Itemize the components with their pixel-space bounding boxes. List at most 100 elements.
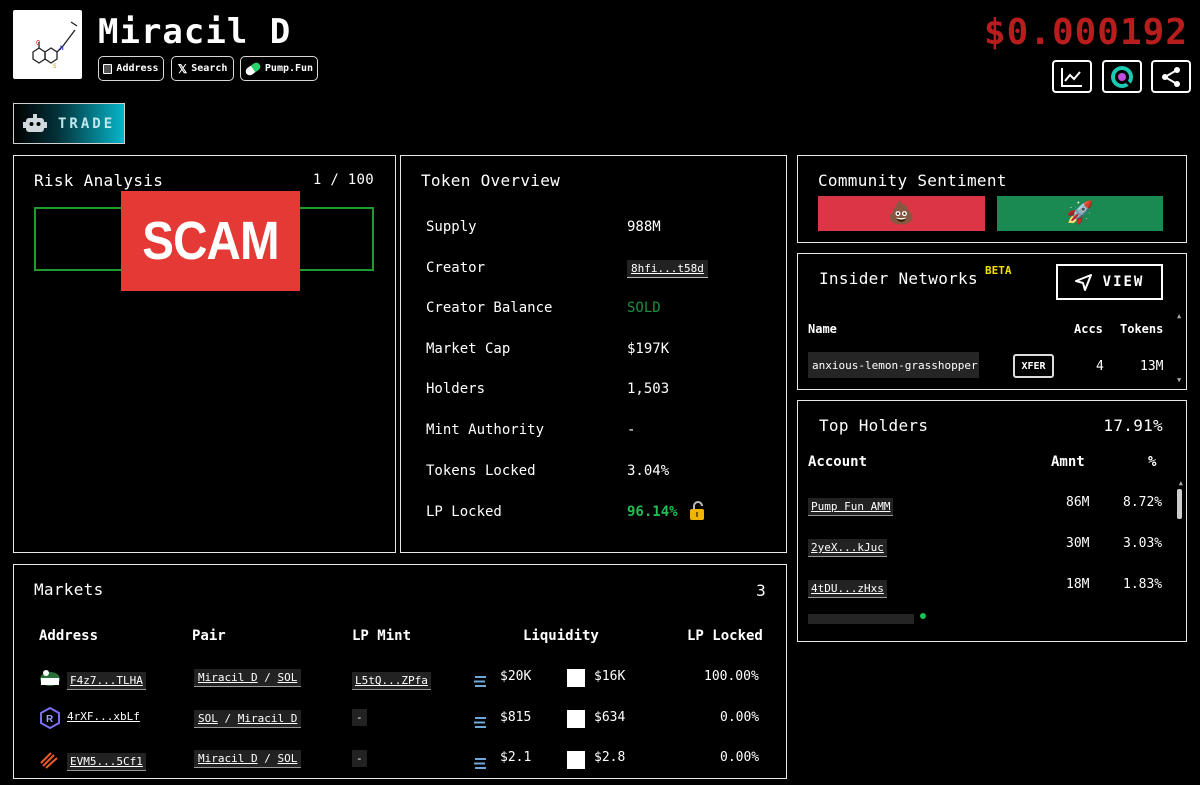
market-address-link[interactable]: 4rXF...xbLf — [67, 710, 140, 723]
view-button[interactable]: VIEW — [1056, 264, 1163, 300]
holder-pct: 1.83% — [1123, 577, 1163, 592]
x-icon: 𝕏 — [177, 61, 188, 76]
community-sentiment-panel: Community Sentiment 💩 🚀 — [797, 155, 1187, 243]
holder-row: 2yeX...kJuc — [808, 536, 887, 557]
markets-header-pair: Pair — [192, 628, 226, 644]
svg-text:S: S — [53, 63, 57, 70]
market-lp-locked: 0.00% — [720, 710, 760, 725]
lp-mint-link[interactable]: L5tQ...ZPfa — [352, 672, 431, 690]
overview-label-creator-balance: Creator Balance — [426, 300, 553, 316]
pumpfun-button[interactable]: Pump.Fun — [240, 56, 318, 81]
insider-header-tokens: Tokens — [1120, 322, 1164, 336]
liquidity-sol: $20K — [500, 669, 532, 684]
market-address-link[interactable]: EVM5...5Cf1 — [67, 753, 146, 771]
insider-row-name[interactable]: anxious-lemon-grasshopper — [808, 352, 979, 378]
beta-badge: BETA — [985, 264, 1012, 277]
holder-pct: 3.03% — [1123, 536, 1163, 551]
send-icon — [1074, 274, 1092, 291]
top-holders-panel: Top Holders 17.91% Account Amnt % Pump F… — [797, 400, 1187, 642]
holders-scrollbar[interactable] — [1177, 489, 1182, 519]
meteora-icon — [39, 749, 59, 773]
liquidity-token: $2.8 — [594, 750, 626, 765]
insider-row-tokens: 13M — [1140, 359, 1164, 374]
holders-header-pct: % — [1148, 454, 1157, 470]
pair-quote[interactable]: Miracil D — [238, 712, 298, 725]
address-button[interactable]: Address — [98, 56, 164, 81]
chart-button[interactable] — [1052, 60, 1092, 93]
chart-icon — [1061, 67, 1082, 87]
lock-icon — [690, 501, 704, 520]
token-thumb-icon — [567, 751, 585, 769]
sentiment-good-button[interactable]: 🚀 — [997, 196, 1163, 231]
pair-quote[interactable]: SOL — [277, 671, 297, 684]
pair-quote[interactable]: SOL — [277, 752, 297, 765]
overview-value-supply: 988M — [627, 219, 661, 235]
overview-label-mint-authority: Mint Authority — [426, 422, 545, 438]
poop-icon: 💩 — [887, 201, 916, 226]
overview-value-tokens-locked: 3.04% — [627, 463, 670, 479]
holder-account-link[interactable]: 4tDU...zHxs — [808, 580, 887, 598]
holders-scroll-up[interactable]: ▲ — [1179, 479, 1183, 487]
pair-base[interactable]: Miracil D — [198, 671, 258, 684]
insider-header-name: Name — [808, 322, 837, 336]
pill-icon — [244, 60, 262, 77]
scam-badge: SCAM — [121, 191, 300, 291]
holders-total: 17.91% — [1103, 416, 1163, 435]
xfer-button[interactable]: XFER — [1013, 354, 1054, 378]
overview-label-creator: Creator — [426, 260, 486, 276]
lp-mint-empty: - — [352, 750, 367, 767]
market-pair[interactable]: Miracil D / SOL — [194, 669, 302, 687]
overview-value-market-cap: $197K — [627, 341, 670, 357]
pumpfun-amm-icon — [39, 668, 61, 692]
markets-header-lp-mint: LP Mint — [352, 628, 412, 644]
pumpfun-button-label: Pump.Fun — [264, 63, 314, 74]
creator-link[interactable]: 8hfi...t58d — [627, 260, 708, 278]
view-label: VIEW — [1102, 274, 1145, 290]
insider-scrollbar[interactable]: ▲ ▼ — [1177, 312, 1183, 384]
insider-header-accs: Accs — [1074, 322, 1103, 336]
overview-value-creator-balance: SOLD — [627, 300, 661, 316]
bubblemap-button[interactable] — [1102, 60, 1142, 93]
insider-row-accs: 4 — [1096, 359, 1104, 374]
svg-text:R: R — [46, 714, 54, 725]
pair-separator: / — [264, 752, 271, 765]
share-button[interactable] — [1151, 60, 1191, 93]
holder-account-link[interactable]: Pump Fun AMM — [808, 498, 894, 516]
liquidity-token: $634 — [594, 710, 626, 725]
pair-base[interactable]: SOL — [198, 712, 218, 725]
holder-account-link[interactable]: 2yeX...kJuc — [808, 539, 887, 557]
holder-row-partial — [808, 614, 914, 624]
trade-label: TRADE — [58, 115, 116, 132]
trade-button[interactable]: TRADE — [13, 103, 125, 144]
token-thumb-icon — [567, 710, 585, 728]
sentiment-bad-button[interactable]: 💩 — [818, 196, 985, 231]
market-address-link[interactable]: F4z7...TLHA — [67, 672, 146, 690]
sentiment-title: Community Sentiment — [818, 171, 1007, 190]
holder-pct: 8.72% — [1123, 495, 1163, 510]
market-lp-locked: 0.00% — [720, 750, 760, 765]
holders-header-amnt: Amnt — [1051, 454, 1085, 470]
creator-address[interactable]: 8hfi...t58d — [627, 260, 708, 278]
market-pair[interactable]: SOL / Miracil D — [194, 710, 302, 728]
holders-header-account: Account — [808, 454, 868, 470]
holder-row: Pump Fun AMM — [808, 495, 894, 516]
lp-mint-empty: - — [352, 709, 367, 726]
holder-status-dot — [920, 613, 926, 619]
overview-value-lp-locked: 96.14% — [627, 504, 678, 520]
market-row: EVM5...5Cf1 — [67, 750, 146, 771]
markets-panel: Markets 3 Address Pair LP Mint Liquidity… — [13, 564, 787, 779]
share-icon — [1162, 66, 1180, 87]
search-button[interactable]: 𝕏 Search — [171, 56, 234, 81]
insider-networks-panel: Insider Networks BETA VIEW Name Accs Tok… — [797, 253, 1187, 390]
overview-label-tokens-locked: Tokens Locked — [426, 463, 536, 479]
solana-icon — [474, 754, 486, 773]
search-button-label: Search — [191, 63, 228, 74]
liquidity-sol: $815 — [500, 710, 532, 725]
token-logo: O S N — [13, 10, 82, 79]
market-pair[interactable]: Miracil D / SOL — [194, 750, 302, 768]
holder-amount: 30M — [1066, 536, 1090, 551]
pair-base[interactable]: Miracil D — [198, 752, 258, 765]
svg-text:O: O — [36, 39, 40, 47]
market-lp-locked: 100.00% — [704, 669, 759, 684]
markets-header-lp-locked: LP Locked — [687, 628, 763, 644]
